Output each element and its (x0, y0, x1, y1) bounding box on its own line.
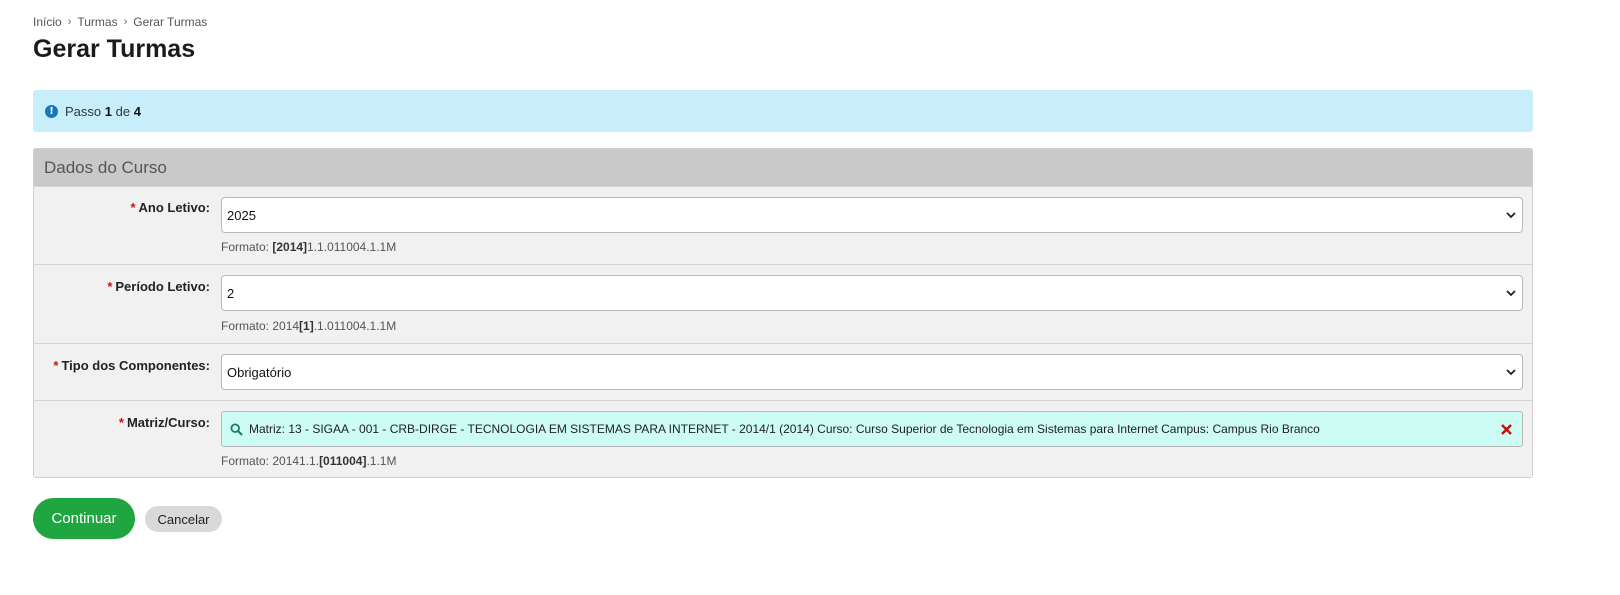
row-matriz-curso: * Matriz/Curso: Matriz: 13 - SIGAA - 001 … (34, 400, 1532, 477)
step-prefix: Passo (65, 103, 102, 119)
breadcrumb: Início › Turmas › Gerar Turmas (33, 15, 207, 29)
step-current: 1 (104, 103, 112, 119)
panel-title: Dados do Curso (34, 149, 1532, 186)
hint-ano-letivo: Formato: [2014]1.1.011004.1.1M (221, 240, 397, 254)
chevron-right-icon: › (67, 16, 72, 28)
row-tipo-componentes: * Tipo dos Componentes: Obrigatório (34, 343, 1532, 400)
step-total: 4 (133, 103, 141, 119)
chevron-down-icon (1506, 290, 1516, 297)
cancel-button[interactable]: Cancelar (145, 506, 222, 532)
chevron-down-icon (1506, 212, 1516, 219)
label-periodo-letivo: * Período Letivo: (107, 279, 210, 294)
required-mark: * (130, 200, 136, 215)
chevron-right-icon: › (123, 16, 128, 28)
page: Início › Turmas › Gerar Turmas Gerar Tur… (0, 0, 1620, 595)
label-matriz-curso: * Matriz/Curso: (118, 415, 210, 430)
breadcrumb-item-turmas[interactable]: Turmas (77, 15, 117, 29)
breadcrumb-item-inicio[interactable]: Início (33, 15, 62, 29)
ano-letivo-select[interactable]: 2025 (221, 197, 1523, 233)
periodo-letivo-select[interactable]: 2 (221, 275, 1523, 311)
tipo-componentes-select[interactable]: Obrigatório (221, 354, 1523, 390)
step-alert: ! Passo 1 de 4 (33, 90, 1533, 132)
breadcrumb-item-current: Gerar Turmas (133, 15, 208, 29)
course-data-panel: Dados do Curso * Ano Letivo: 2025 Formato… (33, 148, 1533, 478)
step-of: de (115, 103, 131, 119)
hint-periodo-letivo: Formato: 2014[1].1.011004.1.1M (221, 319, 397, 333)
periodo-letivo-value: 2 (227, 285, 235, 301)
matriz-curso-autocomplete[interactable]: Matriz: 13 - SIGAA - 001 - CRB-DIRGE - T… (221, 411, 1523, 447)
search-icon (230, 422, 243, 436)
tipo-componentes-value: Obrigatório (227, 364, 292, 380)
chevron-down-icon (1506, 369, 1516, 376)
row-ano-letivo: * Ano Letivo: 2025 Formato: [2014]1.1.011… (34, 186, 1532, 264)
page-title: Gerar Turmas (33, 35, 196, 63)
label-ano-letivo: * Ano Letivo: (130, 200, 210, 215)
ano-letivo-value: 2025 (227, 207, 256, 223)
hint-matriz-curso: Formato: 20141.1.[011004].1.1M (221, 454, 397, 468)
row-periodo-letivo: * Período Letivo: 2 Formato: 2014[1].1.01… (34, 264, 1532, 343)
label-tipo-componentes: * Tipo dos Componentes: (53, 358, 210, 373)
continue-button[interactable]: Continuar (33, 498, 135, 539)
required-mark: * (107, 279, 113, 294)
required-mark: * (53, 358, 59, 373)
required-mark: * (118, 415, 124, 430)
close-icon[interactable] (1500, 423, 1513, 436)
info-icon: ! (45, 104, 58, 118)
matriz-curso-value: Matriz: 13 - SIGAA - 001 - CRB-DIRGE - T… (249, 422, 1320, 436)
